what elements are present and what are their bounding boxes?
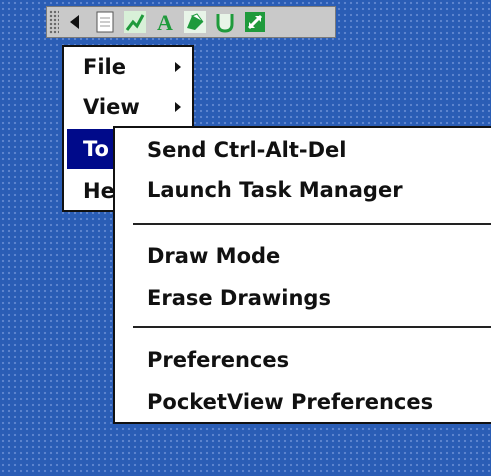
menu-item-draw-mode[interactable]: Draw Mode [147, 244, 280, 268]
highlighter-icon[interactable] [181, 9, 209, 35]
grip-icon[interactable] [49, 10, 59, 34]
menu-item-preferences[interactable]: Preferences [147, 348, 289, 372]
menu-item-send-ctrl-alt-del[interactable]: Send Ctrl-Alt-Del [147, 138, 346, 162]
text-icon-label: A [157, 10, 173, 34]
menu-item-pocketview-preferences[interactable]: PocketView Preferences [147, 390, 433, 414]
menu-separator [133, 326, 491, 328]
fullscreen-icon[interactable] [241, 9, 269, 35]
tools-submenu: Send Ctrl-Alt-Del Launch Task Manager Dr… [113, 126, 491, 424]
submenu-arrow-icon [167, 61, 189, 73]
left-arrow-icon[interactable] [61, 9, 89, 35]
eraser-icon[interactable] [211, 9, 239, 35]
menu-item-view-label: View [83, 95, 140, 119]
document-icon[interactable] [91, 9, 119, 35]
menu-item-erase-drawings[interactable]: Erase Drawings [147, 286, 331, 310]
menu-item-launch-task-manager[interactable]: Launch Task Manager [147, 178, 403, 202]
submenu-arrow-icon [167, 101, 189, 113]
menu-item-file[interactable]: File [67, 47, 189, 87]
toolbar: A [46, 6, 336, 38]
menu-separator [133, 223, 491, 225]
menu-item-view[interactable]: View [67, 87, 189, 127]
pen-icon[interactable] [121, 9, 149, 35]
menu-item-file-label: File [83, 55, 126, 79]
text-icon[interactable]: A [151, 9, 179, 35]
